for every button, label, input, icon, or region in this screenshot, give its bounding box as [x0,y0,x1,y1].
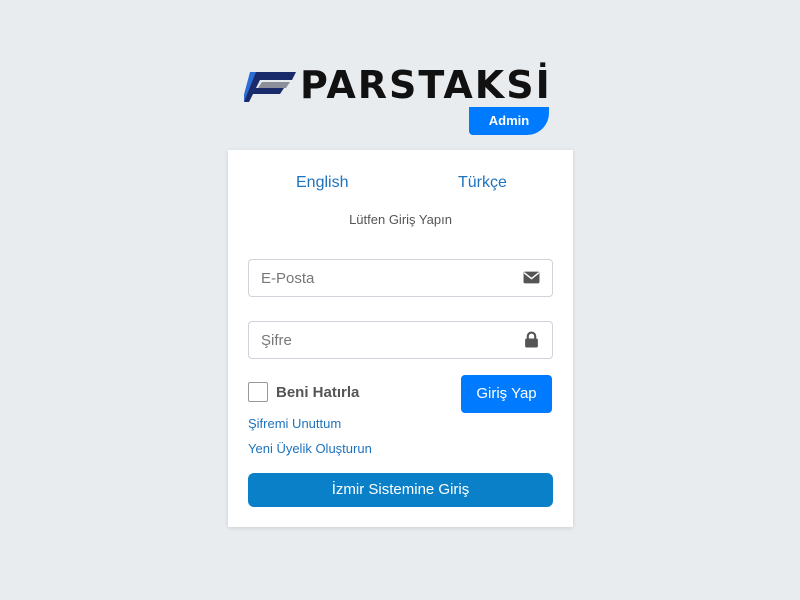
login-button[interactable]: Giriş Yap [461,375,552,413]
login-subtitle: Lütfen Giriş Yapın [349,212,452,227]
password-field-group [248,321,553,359]
login-card: English Türkçe Lütfen Giriş Yapın Beni H… [228,150,573,527]
logo-mark-icon [244,72,296,102]
admin-badge: Admin [469,107,549,135]
brand-logo: PARSTAKSİ Admin [244,64,554,136]
register-link[interactable]: Yeni Üyelik Oluşturun [248,441,372,456]
brand-name: PARSTAKSİ [300,63,552,107]
remember-me[interactable]: Beni Hatırla [248,381,359,403]
remember-me-label: Beni Hatırla [276,383,360,401]
password-input[interactable] [249,322,521,358]
language-turkish-link[interactable]: Türkçe [458,174,507,192]
login-page: PARSTAKSİ Admin English Türkçe Lütfen Gi… [0,0,800,600]
remember-me-checkbox[interactable] [248,382,268,402]
lock-icon [525,331,538,348]
email-field-group [248,259,553,297]
izmir-system-login-button[interactable]: İzmir Sistemine Giriş [248,473,553,507]
forgot-password-link[interactable]: Şifremi Unuttum [248,416,341,431]
language-english-link[interactable]: English [296,174,348,192]
envelope-icon [523,271,540,284]
email-input[interactable] [249,260,521,296]
